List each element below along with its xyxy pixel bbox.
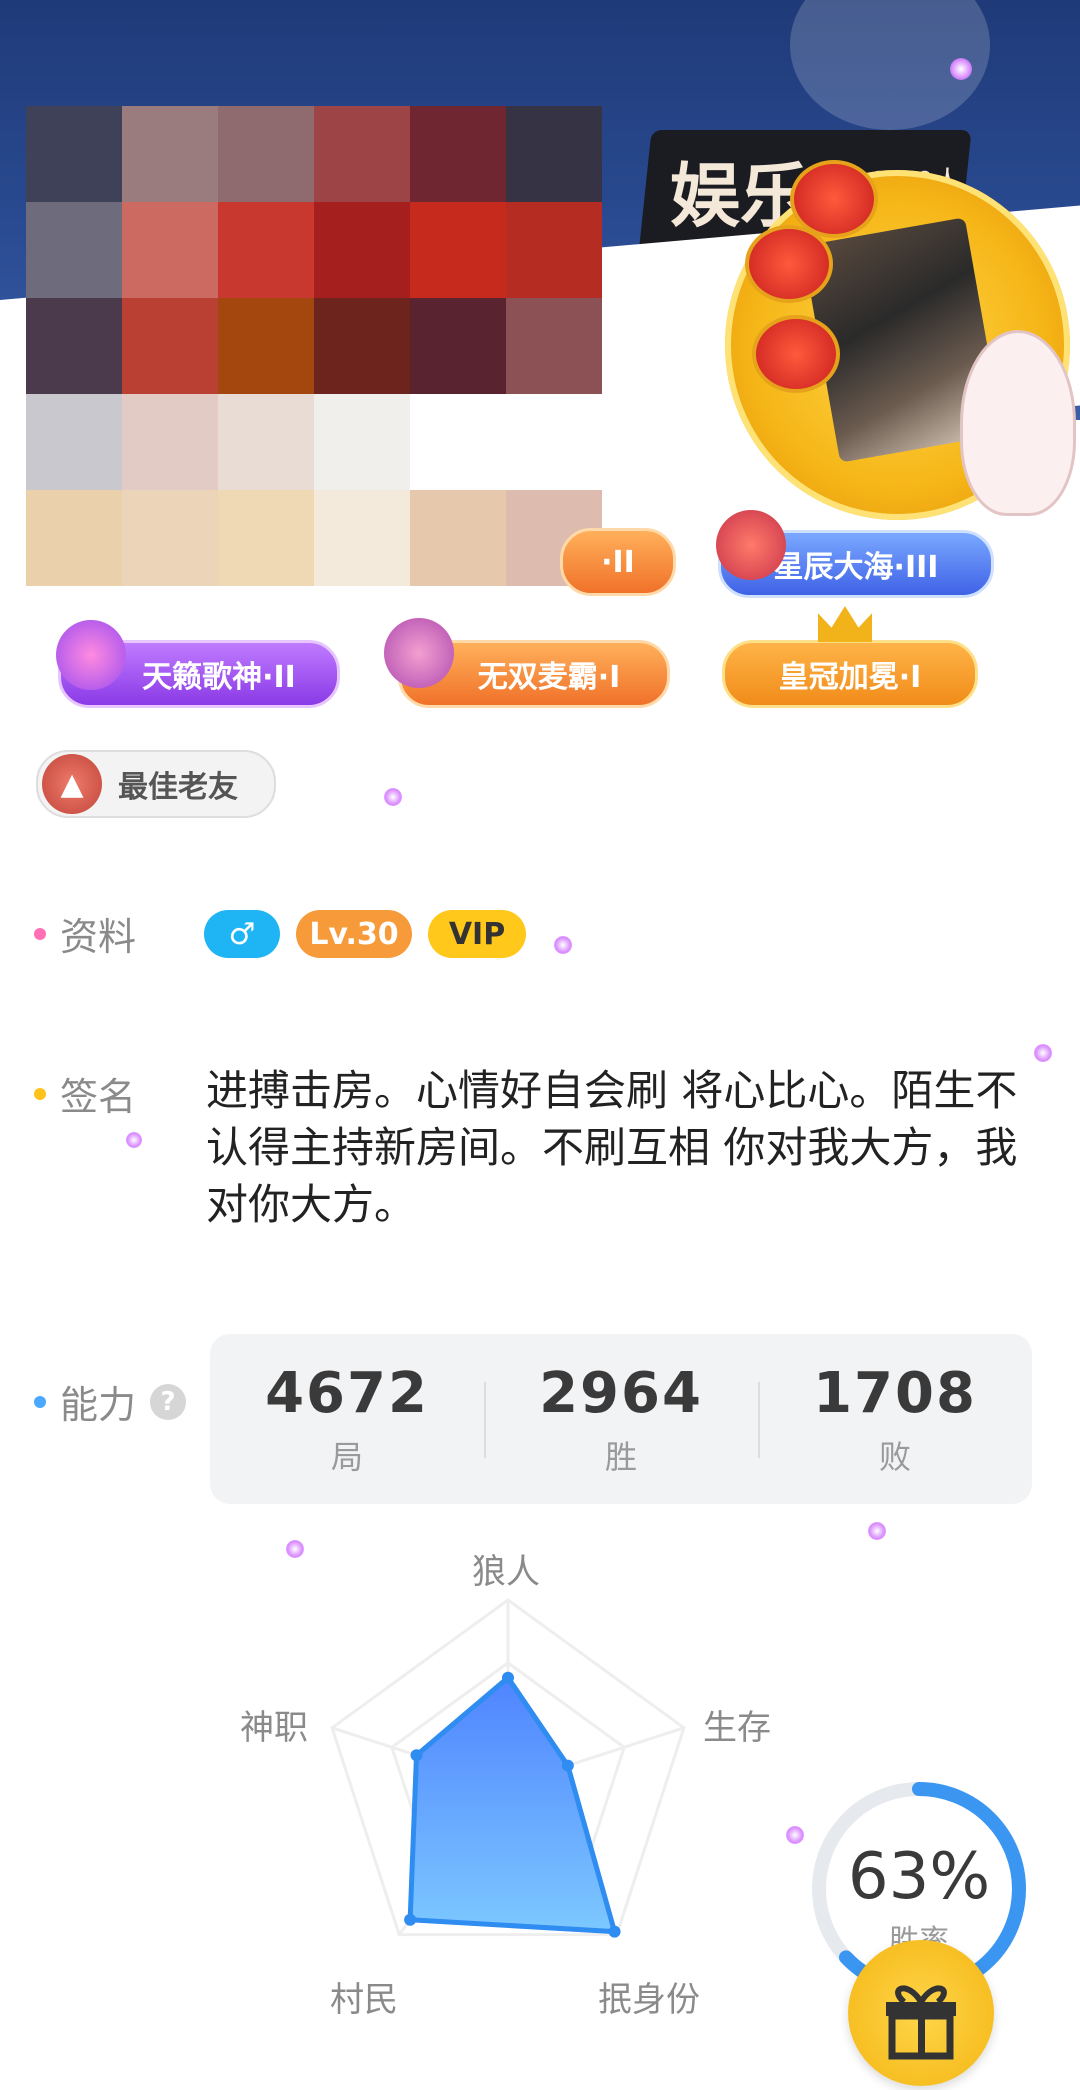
sparkle-decoration	[384, 788, 402, 806]
signature-text: 进搏击房。心情好自会刷 将心比心。陌生不认得主持新房间。不刷互相 你对我大方，我…	[206, 1066, 1018, 1229]
stat-value: 4672	[265, 1360, 429, 1426]
ability-section-label: 能力 ?	[34, 1374, 187, 1429]
ability-radar-chart	[330, 1598, 686, 1938]
vip-tag[interactable]: VIP	[428, 910, 526, 958]
radar-axis-label: 生存	[703, 1708, 771, 1748]
wolf-icon: ▲	[42, 754, 102, 814]
lantern-icon	[745, 225, 833, 303]
stat-wins: 2964 胜	[484, 1334, 758, 1504]
radar-point	[410, 1749, 423, 1762]
profile-section-label: 资料	[34, 906, 136, 961]
badge-label: 皇冠加冕·I	[778, 660, 922, 695]
best-friend-label: 最佳老友	[118, 770, 238, 805]
stat-value: 1708	[813, 1360, 977, 1426]
sparkle-decoration	[126, 1132, 142, 1148]
lantern-icon	[752, 315, 840, 393]
sparkle-decoration	[868, 1522, 886, 1540]
level-tag: Lv.30	[296, 910, 412, 958]
stat-games: 4672 局	[210, 1334, 484, 1504]
radar-axis-label: 神职	[240, 1708, 308, 1748]
radar-axis-label: 村民	[330, 1980, 398, 2020]
radar-axis-label: 抿身份	[598, 1980, 700, 2020]
partial-badge[interactable]: ·II	[560, 528, 676, 596]
stat-label: 局	[330, 1437, 363, 1476]
win-rate-value: 63%	[847, 1840, 991, 1914]
section-dot	[34, 1395, 46, 1408]
stat-label: 败	[878, 1437, 911, 1476]
badge-label: 天籁歌神·II	[142, 660, 296, 695]
badge-label: 无双麦霸·I	[477, 660, 621, 695]
help-icon[interactable]: ?	[150, 1383, 187, 1420]
radar-point	[404, 1913, 417, 1926]
crown-icon	[818, 606, 872, 642]
gift-icon	[886, 1985, 956, 2060]
stat-label: 胜	[604, 1437, 637, 1476]
signature-section-label: 签名	[34, 1066, 136, 1121]
sparkle-decoration	[950, 58, 972, 80]
sparkle-decoration	[1034, 1044, 1052, 1062]
section-dot	[34, 1087, 46, 1100]
rabbit-icon	[960, 330, 1076, 516]
microphone-icon	[56, 620, 126, 690]
redacted-mosaic	[26, 106, 602, 586]
sparkle-decoration	[286, 1540, 304, 1558]
radar-point	[608, 1925, 621, 1938]
sparkle-decoration	[786, 1826, 804, 1844]
radar-area	[407, 1675, 618, 1935]
badge-label: 星辰大海·III	[773, 550, 939, 585]
radar-point	[502, 1671, 514, 1684]
badge-huangguanjiamian[interactable]: 皇冠加冕·I	[722, 640, 978, 708]
rocket-icon	[716, 510, 786, 580]
radar-point	[561, 1759, 574, 1772]
sparkle-decoration	[554, 936, 572, 954]
stats-panel: 4672 局 2964 胜 1708 败	[210, 1334, 1032, 1504]
best-friend-badge[interactable]: ▲ 最佳老友	[36, 750, 276, 818]
microphone-icon	[384, 618, 454, 688]
gender-tag: ♂	[204, 910, 280, 958]
stat-losses: 1708 败	[758, 1334, 1032, 1504]
section-dot	[34, 927, 46, 940]
radar-axis-label: 狼人	[472, 1552, 540, 1592]
gift-button[interactable]	[848, 1940, 994, 2086]
stat-value: 2964	[539, 1360, 703, 1426]
